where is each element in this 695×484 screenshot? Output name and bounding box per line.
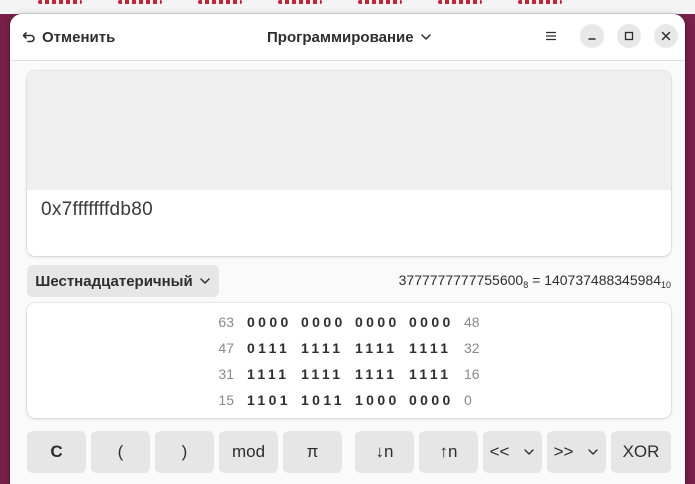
bit-row: 47 0111 1111 1111 1111 32 (27, 340, 671, 358)
calculator-display: 0x7fffffffdb80 (27, 71, 671, 256)
close-button[interactable] (654, 24, 678, 48)
mode-label: Программирование (267, 28, 414, 46)
bit-row: 15 1101 1011 1000 0000 0 (27, 392, 671, 410)
mod-button[interactable]: mod (219, 431, 278, 473)
chevron-down-icon (524, 449, 535, 455)
bit-nibble[interactable]: 0111 (247, 340, 290, 356)
maximize-icon (624, 31, 634, 41)
number-base-label: Шестнадцатеричный (35, 272, 193, 290)
decimal-value: 140737488345984 (544, 272, 661, 288)
bit-nibble[interactable]: 1111 (301, 340, 343, 356)
mode-selector[interactable]: Программирование (267, 24, 432, 50)
bit-nibble[interactable]: 1111 (409, 340, 451, 356)
pi-button[interactable]: π (283, 431, 342, 473)
bit-row: 31 1111 1111 1111 1111 16 (27, 366, 671, 384)
background-pattern (0, 0, 695, 6)
bit-nibble[interactable]: 1111 (247, 366, 289, 382)
bit-nibble[interactable]: 1011 (301, 392, 345, 408)
history-area (27, 71, 671, 190)
bit-nibble[interactable]: 1111 (409, 366, 451, 382)
shift-right-label: >> (553, 442, 574, 461)
bit-nibble[interactable]: 0000 (301, 314, 346, 330)
minimize-icon (588, 38, 596, 40)
expression-input[interactable]: 0x7fffffffdb80 (41, 199, 153, 221)
bit-index-high: 47 (218, 340, 234, 356)
shift-left-button[interactable]: << (483, 431, 542, 473)
close-icon (661, 31, 671, 41)
up-n-button[interactable]: ↑n (419, 431, 478, 473)
minimize-button[interactable] (580, 24, 604, 48)
bit-nibble[interactable]: 1000 (355, 392, 400, 408)
chevron-down-icon (199, 278, 210, 284)
open-paren-button[interactable]: ( (91, 431, 150, 473)
bit-nibble[interactable]: 1101 (247, 392, 291, 408)
bit-index-high: 15 (218, 392, 234, 408)
bit-nibble[interactable]: 0000 (247, 314, 292, 330)
bit-index-low: 48 (464, 314, 480, 330)
undo-icon (22, 32, 35, 43)
chevron-down-icon (588, 449, 599, 455)
bit-nibble[interactable]: 0000 (409, 314, 454, 330)
clear-button[interactable]: C (27, 431, 86, 473)
octal-value: 3777777777755600 (398, 272, 524, 288)
undo-label: Отменить (42, 28, 116, 46)
xor-button[interactable]: XOR (611, 431, 671, 473)
shift-left-label: << (489, 442, 510, 461)
keypad: C ( ) mod π ↓n ↑n << >> XOR (27, 431, 685, 481)
shift-right-content: >> (554, 442, 600, 462)
bit-panel: 63 0000 0000 0000 0000 48 47 0111 1111 1… (27, 303, 671, 418)
main-menu-button[interactable] (539, 24, 563, 48)
base-conversion-readout: 37777777777556008 = 14073748834598410 (399, 272, 671, 290)
bit-index-high: 31 (218, 366, 234, 382)
calculator-window: Отменить Программирование 0x7fffffffdb80… (10, 14, 685, 484)
chevron-down-icon (420, 34, 431, 40)
close-paren-button[interactable]: ) (155, 431, 214, 473)
down-n-button[interactable]: ↓n (355, 431, 414, 473)
bit-index-low: 32 (464, 340, 480, 356)
bit-nibble[interactable]: 0000 (355, 314, 400, 330)
bit-index-low: 0 (464, 392, 472, 408)
decimal-subscript: 10 (660, 280, 671, 290)
equals-sign: = (528, 272, 545, 288)
bit-nibble[interactable]: 1111 (355, 340, 397, 356)
shift-right-button[interactable]: >> (547, 431, 606, 473)
shift-left-content: << (490, 442, 536, 462)
bit-row: 63 0000 0000 0000 0000 48 (27, 314, 671, 332)
bit-index-low: 16 (464, 366, 480, 382)
number-base-selector[interactable]: Шестнадцатеричный (27, 265, 219, 297)
bit-nibble[interactable]: 0000 (409, 392, 454, 408)
bit-nibble[interactable]: 1111 (301, 366, 343, 382)
bit-nibble[interactable]: 1111 (355, 366, 397, 382)
hamburger-menu-icon (546, 31, 556, 41)
maximize-button[interactable] (617, 24, 641, 48)
header-bar: Отменить Программирование (10, 14, 685, 61)
bit-index-high: 63 (218, 314, 234, 330)
undo-button[interactable]: Отменить (22, 24, 115, 50)
